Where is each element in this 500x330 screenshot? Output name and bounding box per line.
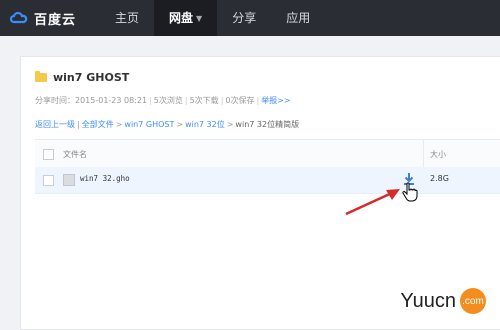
report-link[interactable]: 举报>> bbox=[261, 96, 290, 105]
breadcrumb: 返回上一级 | 全部文件 > win7 GHOST > win7 32位 > win7 32位精… bbox=[35, 119, 299, 130]
main-nav: 主页 网盘 ▼ 分享 应用 bbox=[100, 0, 325, 36]
red-arrow-annotation bbox=[345, 189, 400, 216]
breadcrumb-separator: > bbox=[176, 120, 184, 129]
file-name[interactable]: win7 32.gho bbox=[80, 174, 130, 183]
share-title-row: win7 GHOST bbox=[35, 71, 129, 84]
breadcrumb-current: win7 32位精简版 bbox=[235, 120, 300, 129]
share-title: win7 GHOST bbox=[53, 71, 130, 84]
divider: | bbox=[77, 120, 80, 129]
divider: | bbox=[220, 96, 224, 105]
file-icon bbox=[63, 174, 75, 186]
select-all-checkbox[interactable] bbox=[43, 149, 54, 160]
breadcrumb-win7-ghost[interactable]: win7 GHOST bbox=[124, 120, 174, 129]
nav-apps-label: 应用 bbox=[286, 11, 311, 25]
breadcrumb-back[interactable]: 返回上一级 bbox=[35, 120, 75, 129]
save-count: 0次保存 bbox=[225, 96, 255, 105]
nav-netdisk-label: 网盘 bbox=[169, 11, 194, 25]
breadcrumb-all-files[interactable]: 全部文件 bbox=[82, 120, 114, 129]
breadcrumb-separator: > bbox=[115, 120, 123, 129]
file-table-header: 文件名 大小 bbox=[35, 139, 500, 169]
baidu-cloud-logo[interactable]: 百度云 bbox=[8, 8, 76, 28]
top-navigation-bar: 百度云 主页 网盘 ▼ 分享 应用 bbox=[0, 0, 500, 36]
breadcrumb-win7-32[interactable]: win7 32位 bbox=[185, 120, 225, 129]
folder-icon bbox=[35, 71, 47, 82]
watermark-badge: .com bbox=[460, 288, 486, 314]
column-divider bbox=[423, 140, 424, 168]
nav-share[interactable]: 分享 bbox=[217, 0, 271, 36]
nav-home[interactable]: 主页 bbox=[100, 0, 154, 36]
nav-netdisk[interactable]: 网盘 ▼ bbox=[154, 0, 218, 36]
share-meta: 分享时间：2015-01-23 08:21 | 5次浏览 | 5次下载 | 0次保存 | 举报>… bbox=[35, 95, 291, 106]
nav-apps[interactable]: 应用 bbox=[271, 0, 325, 36]
site-watermark: Yuucn .com bbox=[400, 288, 486, 314]
breadcrumb-separator: > bbox=[226, 120, 234, 129]
table-row[interactable]: win7 32.gho 2.8G bbox=[35, 167, 500, 194]
divider: | bbox=[184, 96, 188, 105]
hand-cursor-icon bbox=[402, 182, 418, 202]
watermark-text: Yuucn bbox=[400, 289, 456, 312]
cloud-logo-icon bbox=[8, 10, 30, 26]
row-checkbox[interactable] bbox=[43, 175, 54, 186]
nav-home-label: 主页 bbox=[115, 11, 140, 25]
chevron-down-icon: ▼ bbox=[196, 13, 203, 23]
divider: | bbox=[256, 96, 260, 105]
share-time: 分享时间：2015-01-23 08:21 bbox=[35, 96, 148, 105]
column-size[interactable]: 大小 bbox=[430, 149, 446, 160]
download-count: 5次下载 bbox=[189, 96, 219, 105]
divider: | bbox=[149, 96, 152, 105]
column-filename[interactable]: 文件名 bbox=[63, 149, 87, 160]
nav-share-label: 分享 bbox=[232, 11, 257, 25]
logo-text: 百度云 bbox=[34, 12, 77, 28]
file-size: 2.8G bbox=[430, 174, 449, 183]
view-count: 5次浏览 bbox=[153, 96, 183, 105]
